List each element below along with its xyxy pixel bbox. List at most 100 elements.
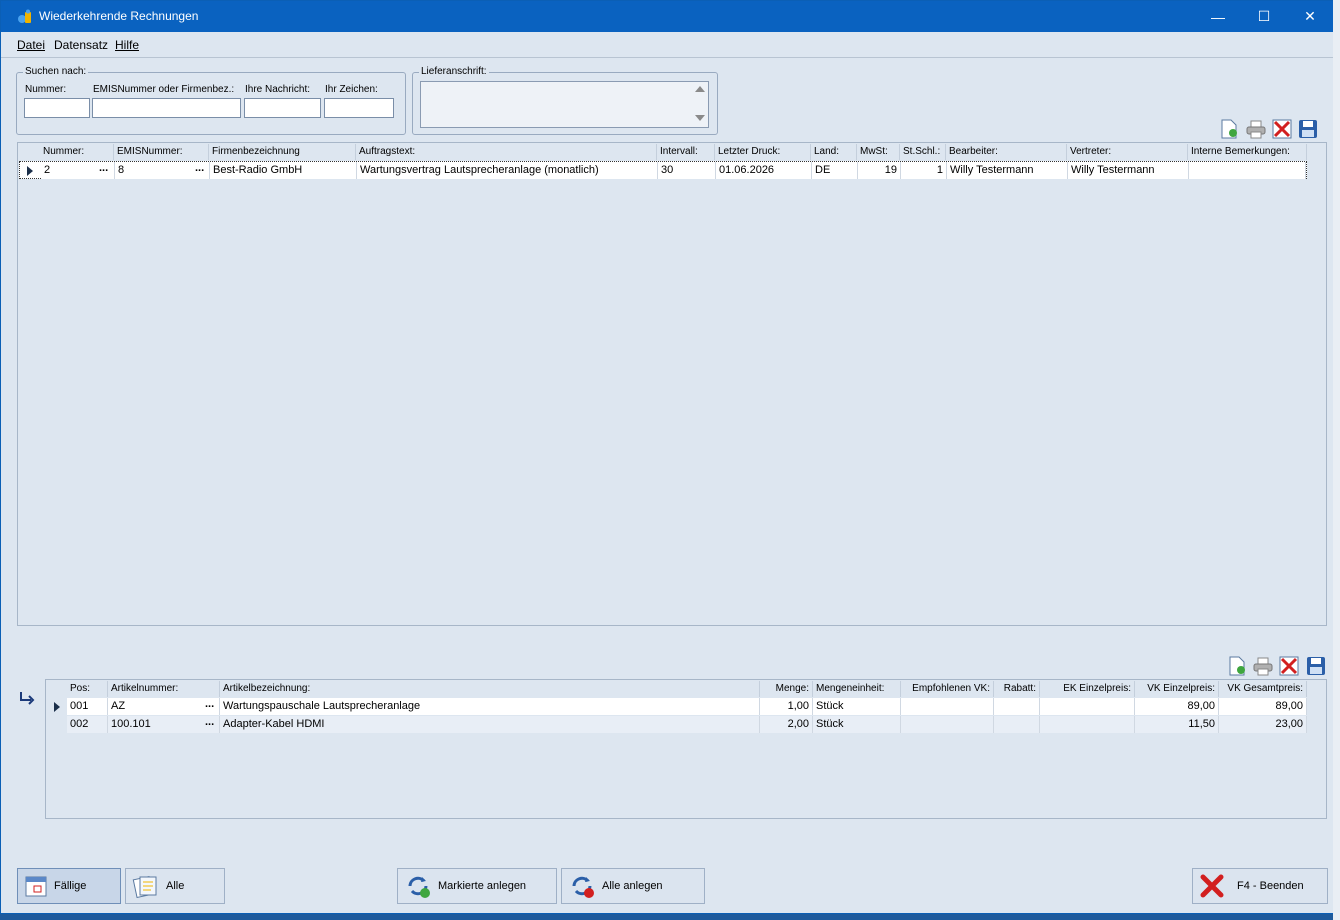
alle-button[interactable]: Alle [125,868,225,904]
row-selector-icon [54,702,60,712]
cell-rabatt[interactable] [994,698,1040,715]
cell-mengeneinheit[interactable]: Stück [813,716,901,733]
table-row[interactable]: 002 100.101 ... Adapter-Kabel HDMI 2,00 … [46,716,1308,734]
col-header-mwst[interactable]: MwSt: [857,144,900,160]
delivery-address-textarea[interactable] [420,81,709,128]
cell-interne-bemerkungen[interactable] [1189,162,1306,179]
cell-artikelnummer[interactable]: AZ [108,698,220,715]
col-header-firmenbezeichnung[interactable]: Firmenbezeichnung [209,144,356,160]
number-search-input[interactable] [24,98,90,118]
minimize-button[interactable]: — [1195,1,1241,32]
main-window: Wiederkehrende Rechnungen — ☐ ✕ Datei Da… [0,0,1334,914]
cell-vk-gesamtpreis[interactable]: 89,00 [1219,698,1307,715]
app-icon [17,9,33,25]
cell-menge[interactable]: 1,00 [760,698,813,715]
col-header-artikelnummer[interactable]: Artikelnummer: [108,681,220,697]
new-document-icon[interactable] [1219,119,1239,139]
close-button[interactable]: ✕ [1287,1,1333,32]
cell-bearbeiter[interactable]: Willy Testermann [947,162,1068,179]
cell-ek-einzelpreis[interactable] [1040,716,1135,733]
alle-label: Alle [166,880,185,892]
delete-position-icon[interactable] [1279,656,1299,676]
col-header-interne-bemerkungen[interactable]: Interne Bemerkungen: [1188,144,1307,160]
cell-artikelbezeichnung[interactable]: Adapter-Kabel HDMI [220,716,760,733]
menu-bar: Datei Datensatz Hilfe [1,32,1333,58]
cell-empfohlener-vk[interactable] [901,698,994,715]
cell-auftragstext[interactable]: Wartungsvertrag Lautsprecheranlage (mona… [357,162,658,179]
cell-stschl[interactable]: 1 [901,162,947,179]
save-icon[interactable] [1298,119,1318,139]
col-header-intervall[interactable]: Intervall: [657,144,715,160]
col-header-mengeneinheit[interactable]: Mengeneinheit: [813,681,901,697]
print-positions-icon[interactable] [1253,656,1273,676]
beenden-button[interactable]: F4 - Beenden [1192,868,1328,904]
title-bar[interactable]: Wiederkehrende Rechnungen — ☐ ✕ [1,1,1333,32]
emis-search-input[interactable] [92,98,241,118]
markierte-anlegen-button[interactable]: Markierte anlegen [397,868,557,904]
message-search-input[interactable] [244,98,321,118]
cell-pos[interactable]: 002 [67,716,108,733]
reference-search-input[interactable] [324,98,394,118]
save-positions-icon[interactable] [1306,656,1326,676]
cell-pos[interactable]: 001 [67,698,108,715]
cell-vk-einzelpreis[interactable]: 89,00 [1135,698,1219,715]
cell-artikelbezeichnung[interactable]: Wartungspauschale Lautsprecheranlage [220,698,760,715]
cell-intervall[interactable]: 30 [658,162,716,179]
col-header-emisnummer[interactable]: EMISNummer: [114,144,209,160]
col-header-auftragstext[interactable]: Auftragstext: [356,144,657,160]
menu-datensatz[interactable]: Datensatz [54,38,108,52]
cell-vk-einzelpreis[interactable]: 11,50 [1135,716,1219,733]
col-header-nummer[interactable]: Nummer: [40,144,114,160]
artikel-lookup-button[interactable]: ... [205,716,214,728]
cell-mengeneinheit[interactable]: Stück [813,698,901,715]
cell-artikelnummer[interactable]: 100.101 [108,716,220,733]
faellige-button[interactable]: Fällige [17,868,121,904]
table-row[interactable]: 2 ... 8 ... Best-Radio GmbH Wartungsvert… [19,161,1307,179]
cell-vk-gesamtpreis[interactable]: 23,00 [1219,716,1307,733]
delete-icon[interactable] [1272,119,1292,139]
artikel-lookup-button[interactable]: ... [205,698,214,710]
cell-letzter-druck[interactable]: 01.06.2026 [716,162,812,179]
col-header-rabatt[interactable]: Rabatt: [994,681,1040,697]
scroll-down-icon[interactable] [695,115,705,121]
exit-cross-icon [1200,874,1224,898]
emis-lookup-button[interactable]: ... [195,162,204,174]
col-header-stschl[interactable]: St.Schl.: [900,144,946,160]
col-header-ek-einzelpreis[interactable]: EK Einzelpreis: [1040,681,1135,697]
number-label: Nummer: [25,84,67,95]
col-header-pos[interactable]: Pos: [67,681,108,697]
col-header-artikelbezeichnung[interactable]: Artikelbezeichnung: [220,681,760,697]
cell-rabatt[interactable] [994,716,1040,733]
reference-label: Ihr Zeichen: [325,84,378,95]
menu-datei[interactable]: Datei [17,38,45,52]
markierte-anlegen-label: Markierte anlegen [438,880,527,892]
cell-vertreter[interactable]: Willy Testermann [1068,162,1189,179]
refresh-green-icon [408,876,430,898]
col-header-vk-gesamtpreis[interactable]: VK Gesamtpreis: [1219,681,1307,697]
new-position-icon[interactable] [1227,656,1247,676]
col-header-empfohlener-vk[interactable]: Empfohlenen VK: [901,681,994,697]
menu-hilfe[interactable]: Hilfe [115,38,139,52]
col-header-vk-einzelpreis[interactable]: VK Einzelpreis: [1135,681,1219,697]
search-group-label: Suchen nach: [23,66,89,77]
background-window-strip [1333,0,1340,920]
cell-empfohlener-vk[interactable] [901,716,994,733]
cell-ek-einzelpreis[interactable] [1040,698,1135,715]
col-header-land[interactable]: Land: [811,144,857,160]
cell-menge[interactable]: 2,00 [760,716,813,733]
print-icon[interactable] [1246,119,1266,139]
cell-firmenbezeichnung[interactable]: Best-Radio GmbH [210,162,357,179]
cell-land[interactable]: DE [812,162,858,179]
alle-anlegen-button[interactable]: Alle anlegen [561,868,705,904]
nummer-lookup-button[interactable]: ... [99,162,108,174]
invoice-grid: Nummer: EMISNummer: Firmenbezeichnung Au… [17,142,1327,626]
col-header-menge[interactable]: Menge: [760,681,813,697]
scroll-up-icon[interactable] [695,86,705,92]
col-header-vertreter[interactable]: Vertreter: [1067,144,1188,160]
table-row[interactable]: 001 AZ ... Wartungspauschale Lautspreche… [46,698,1308,716]
cell-mwst[interactable]: 19 [858,162,901,179]
maximize-button[interactable]: ☐ [1241,1,1287,32]
col-header-letzter-druck[interactable]: Letzter Druck: [715,144,811,160]
delivery-scrollbar[interactable] [692,82,708,127]
col-header-bearbeiter[interactable]: Bearbeiter: [946,144,1067,160]
